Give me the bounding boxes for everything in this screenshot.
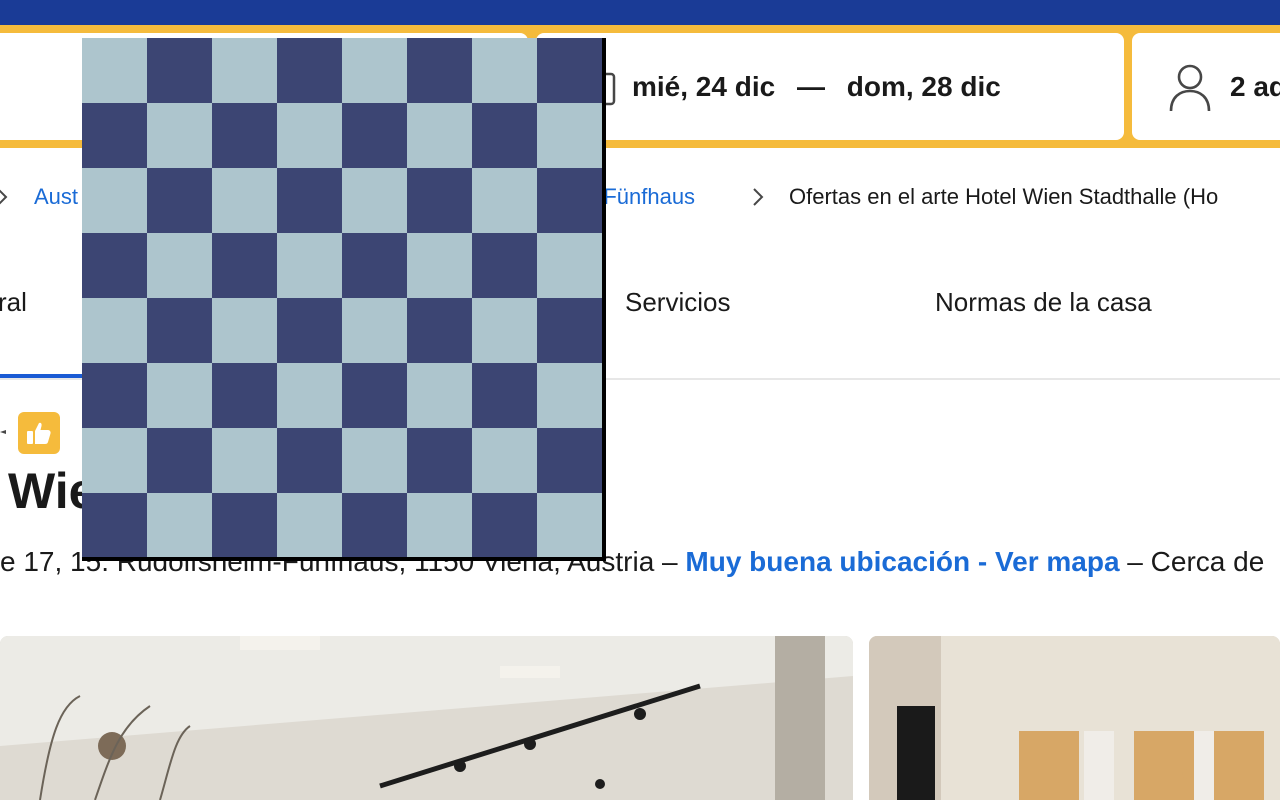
checker-cell <box>212 38 277 103</box>
checker-cell <box>472 168 537 233</box>
checker-cell <box>147 298 212 363</box>
overlay-edge-bottom <box>82 557 606 561</box>
checker-cell <box>212 363 277 428</box>
checker-cell <box>147 168 212 233</box>
checker-cell <box>212 298 277 363</box>
checker-cell <box>277 38 342 103</box>
checker-cell <box>342 428 407 493</box>
person-icon <box>1169 64 1211 112</box>
checker-cell <box>342 233 407 298</box>
checker-cell <box>212 493 277 558</box>
checker-cell <box>537 168 602 233</box>
checker-cell <box>212 168 277 233</box>
room-photo <box>869 636 1280 800</box>
thumbs-up-badge[interactable] <box>18 412 60 454</box>
checker-cell <box>537 363 602 428</box>
checker-cell <box>212 428 277 493</box>
tab-general[interactable]: ral <box>0 287 27 318</box>
checker-cell <box>147 38 212 103</box>
breadcrumb-link-country[interactable]: Aust <box>34 184 78 210</box>
checker-cell <box>342 298 407 363</box>
checker-cell <box>407 363 472 428</box>
checker-cell <box>82 168 147 233</box>
chevron-right-icon <box>0 189 8 205</box>
dates-field[interactable]: mié, 24 dic — dom, 28 dic <box>536 33 1124 140</box>
checker-cell <box>407 233 472 298</box>
tab-house-rules[interactable]: Normas de la casa <box>935 287 1152 318</box>
checker-cell <box>277 363 342 428</box>
guests-field[interactable]: 2 ad <box>1132 33 1280 140</box>
dates-text: mié, 24 dic — dom, 28 dic <box>632 71 1001 103</box>
checker-cell <box>407 428 472 493</box>
checkerboard-overlay <box>82 38 606 561</box>
checker-cell <box>537 103 602 168</box>
checker-cell <box>407 103 472 168</box>
checker-cell <box>472 38 537 103</box>
checker-cell <box>82 233 147 298</box>
checker-cell <box>472 428 537 493</box>
breadcrumb-current: Ofertas en el arte Hotel Wien Stadthalle… <box>789 184 1219 209</box>
checker-cell <box>472 493 537 558</box>
checker-cell <box>407 493 472 558</box>
checker-cell <box>407 38 472 103</box>
guests-text: 2 ad <box>1230 71 1280 102</box>
checker-cell <box>472 363 537 428</box>
checker-cell <box>342 493 407 558</box>
checker-cell <box>82 363 147 428</box>
checker-cell <box>537 493 602 558</box>
checker-cell <box>277 298 342 363</box>
hotel-photo-room[interactable] <box>869 636 1280 800</box>
checker-cell <box>212 103 277 168</box>
checker-cell <box>147 233 212 298</box>
checker-cell <box>82 103 147 168</box>
checker-cell <box>277 428 342 493</box>
breadcrumb-link-district[interactable]: -Fünfhaus <box>596 184 695 210</box>
chevron-right-icon <box>753 188 764 206</box>
thumbs-up-icon <box>27 422 51 444</box>
overlay-edge-right <box>602 38 606 561</box>
checker-cell <box>147 428 212 493</box>
checker-cell <box>277 233 342 298</box>
checker-cell <box>212 233 277 298</box>
tab-services[interactable]: Servicios <box>625 287 730 318</box>
checkout-date: dom, 28 dic <box>846 71 1001 102</box>
checker-cell <box>537 428 602 493</box>
address-suffix: – Cerca de <box>1119 546 1265 577</box>
lobby-photo <box>0 636 853 800</box>
checker-cell <box>82 298 147 363</box>
checker-cell <box>537 233 602 298</box>
checker-cell <box>82 428 147 493</box>
checker-cell <box>342 363 407 428</box>
checker-cell <box>537 38 602 103</box>
star-icon <box>0 430 6 434</box>
checker-cell <box>537 298 602 363</box>
checker-cell <box>277 493 342 558</box>
top-nav-bar <box>0 0 1280 25</box>
checker-cell <box>277 168 342 233</box>
checker-cell <box>147 493 212 558</box>
checker-cell <box>342 168 407 233</box>
checker-cell <box>472 233 537 298</box>
hotel-photo-main[interactable] <box>0 636 853 800</box>
checkin-date: mié, 24 dic <box>632 71 776 102</box>
date-separator: — <box>796 71 825 102</box>
checker-cell <box>407 298 472 363</box>
active-tab-indicator <box>0 374 82 378</box>
checker-cell <box>407 168 472 233</box>
checker-cell <box>472 103 537 168</box>
checker-cell <box>342 38 407 103</box>
checker-cell <box>342 103 407 168</box>
view-map-link[interactable]: Muy buena ubicación - Ver mapa <box>685 546 1119 577</box>
checker-cell <box>277 103 342 168</box>
checker-cell <box>82 493 147 558</box>
checker-cell <box>147 103 212 168</box>
checker-cell <box>472 298 537 363</box>
checker-cell <box>147 363 212 428</box>
checker-cell <box>82 38 147 103</box>
